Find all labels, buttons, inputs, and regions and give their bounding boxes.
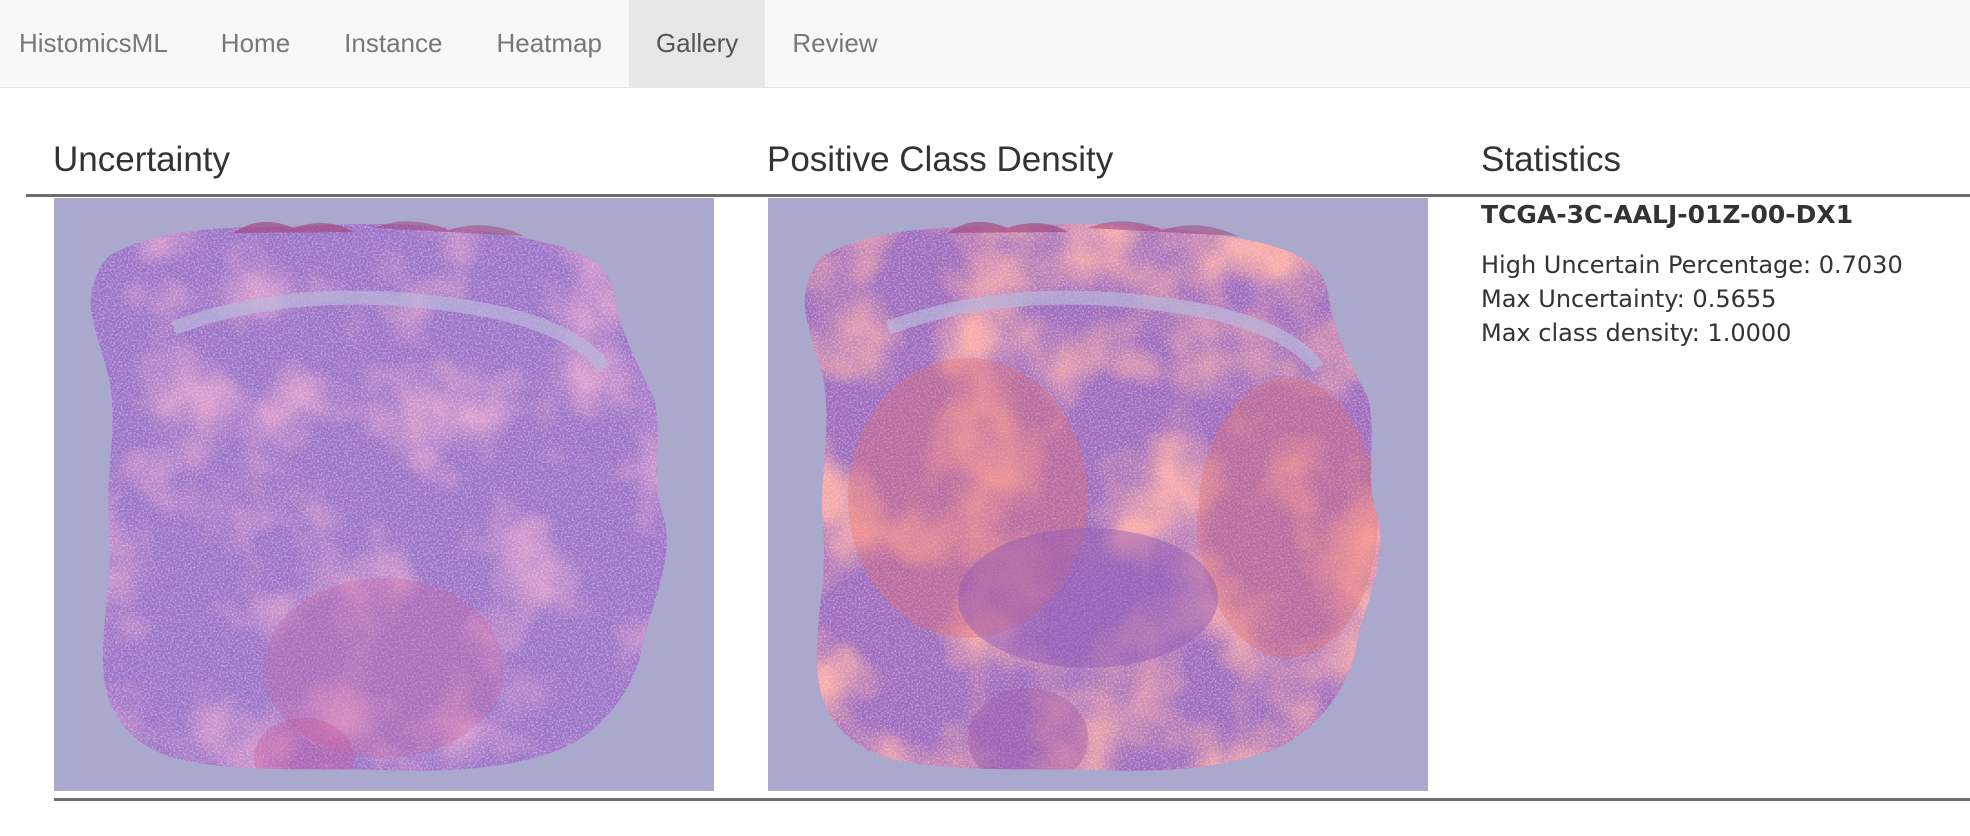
nav-home[interactable]: Home xyxy=(194,0,317,87)
density-title: Positive Class Density xyxy=(767,140,1114,179)
nav-review[interactable]: Review xyxy=(765,0,904,87)
header-divider xyxy=(26,194,1970,197)
uncertainty-heatmap-image[interactable] xyxy=(54,198,714,791)
nav-gallery[interactable]: Gallery xyxy=(628,0,766,87)
nav-heatmap[interactable]: Heatmap xyxy=(469,0,629,87)
positive-class-density-image[interactable] xyxy=(768,198,1428,791)
stat-max-uncertainty: Max Uncertainty: 0.5655 xyxy=(1481,285,1777,313)
nav-instance[interactable]: Instance xyxy=(317,0,469,87)
uncertainty-title: Uncertainty xyxy=(53,140,231,179)
statistics-list: High Uncertain Percentage: 0.7030 Max Un… xyxy=(1481,248,1961,350)
statistics-panel: TCGA-3C-AALJ-01Z-00-DX1 High Uncertain P… xyxy=(1481,198,1961,350)
statistics-title: Statistics xyxy=(1481,140,1622,179)
top-navbar: HistomicsML Home Instance Heatmap Galler… xyxy=(0,0,1970,88)
stat-high-uncertain-percentage: High Uncertain Percentage: 0.7030 xyxy=(1481,251,1903,279)
stat-max-class-density: Max class density: 1.0000 xyxy=(1481,319,1792,347)
row-divider xyxy=(54,798,1970,801)
brand-link[interactable]: HistomicsML xyxy=(0,0,194,87)
slide-id: TCGA-3C-AALJ-01Z-00-DX1 xyxy=(1481,200,1854,229)
